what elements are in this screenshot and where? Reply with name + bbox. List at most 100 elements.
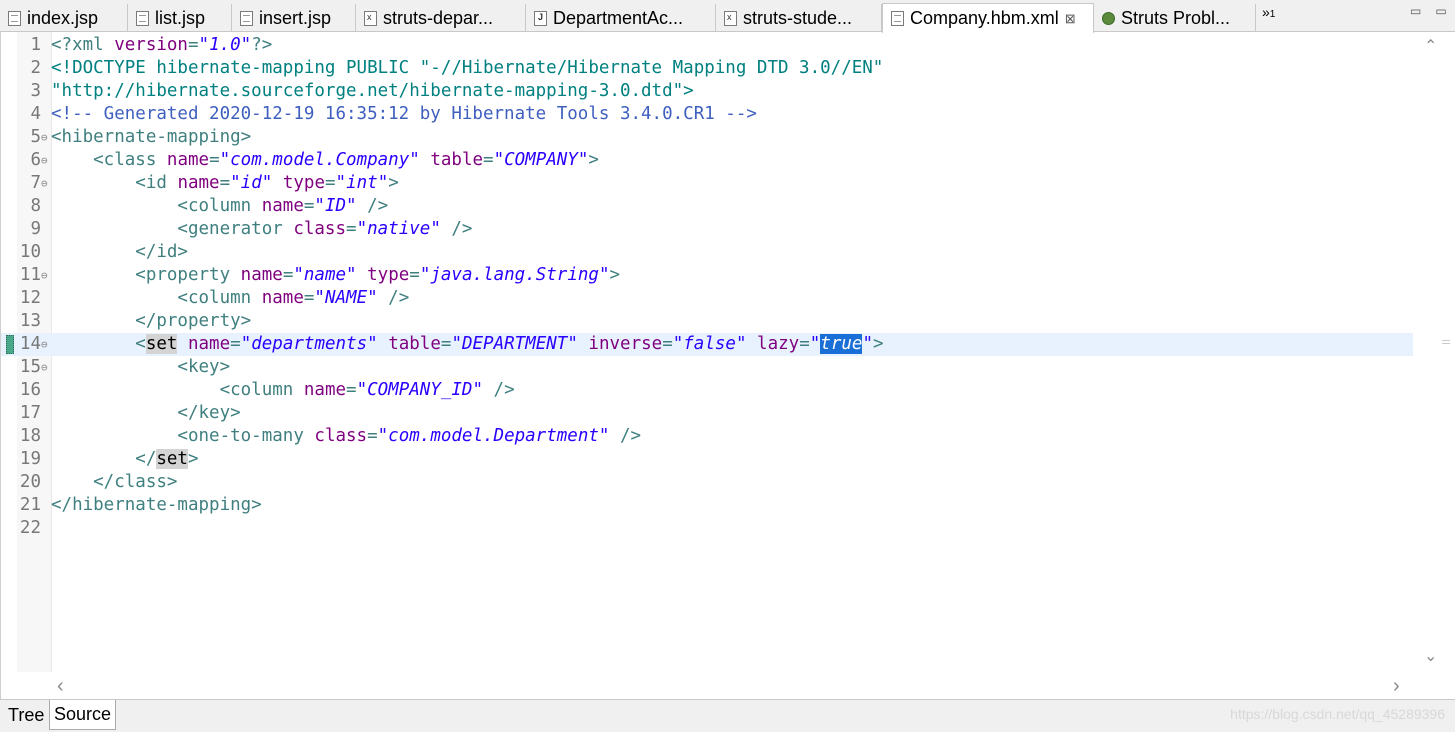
code-line[interactable]: 9 <generator class="native" />: [1, 218, 1413, 241]
hbm-file-icon: [891, 11, 904, 26]
token-tag: =: [440, 334, 452, 354]
code-line[interactable]: 12 <column name="NAME" />: [1, 287, 1413, 310]
code-line[interactable]: 2 <!DOCTYPE hibernate-mapping PUBLIC "-//…: [1, 57, 1413, 80]
tab-struts-department[interactable]: struts-depar...: [356, 4, 526, 32]
fold-toggle-icon[interactable]: ⊖: [41, 172, 48, 195]
token-val: ": [809, 334, 821, 354]
token-val: "COMPANY": [493, 150, 589, 170]
token-tag: =: [367, 426, 378, 446]
scroll-down-icon[interactable]: ⌄: [1424, 646, 1437, 666]
token-attr: table: [430, 150, 484, 170]
token-val: "false": [672, 334, 747, 354]
token-tag: </id>: [51, 242, 188, 262]
horizontal-scrollbar[interactable]: ‹ ›: [51, 675, 1413, 697]
code-line[interactable]: 16 <column name="COMPANY_ID" />: [1, 379, 1413, 402]
tab-label: DepartmentAc...: [553, 7, 684, 28]
code-text: <?xml version="1.0"?>: [51, 34, 272, 57]
tab-label: struts-stude...: [743, 7, 853, 28]
tab-struts-student[interactable]: struts-stude...: [716, 4, 882, 32]
fold-toggle-icon[interactable]: ⊖: [41, 356, 48, 379]
line-number: 19: [19, 449, 41, 469]
code-line[interactable]: 4 <!-- Generated 2020-12-19 16:35:12 by H…: [1, 103, 1413, 126]
token-tag: </property>: [51, 311, 252, 331]
token-tag: <column: [51, 380, 304, 400]
token-match: set: [156, 449, 188, 469]
tab-label: Company.hbm.xml: [910, 8, 1059, 28]
tab-tree[interactable]: Tree: [4, 700, 48, 730]
token-tag: <: [51, 334, 146, 354]
token-tag: [420, 150, 431, 170]
token-tag: =: [303, 288, 315, 308]
close-icon[interactable]: ⊠: [1065, 11, 1076, 27]
code-line[interactable]: 3 "http://hibernate.sourceforge.net/hiber…: [1, 80, 1413, 103]
xml-file-icon: [364, 10, 377, 26]
fold-toggle-icon[interactable]: ⊖: [41, 333, 48, 356]
token-val: "int": [335, 173, 389, 193]
token-attr: table: [388, 334, 441, 354]
maximize-icon[interactable]: ▭: [1435, 4, 1455, 18]
globe-icon: [1102, 11, 1115, 25]
code-line[interactable]: 8 <column name="ID" />: [1, 195, 1413, 218]
code-text: <column name="NAME" />: [51, 287, 409, 310]
code-line[interactable]: 11 ⊖ <property name="name" type="java.lan…: [1, 264, 1413, 287]
fold-toggle-icon[interactable]: ⊖: [41, 126, 48, 149]
token-attr: name: [303, 380, 347, 400]
scroll-left-icon[interactable]: ‹: [57, 675, 64, 698]
token-tag: </: [51, 449, 157, 469]
line-number: 7: [30, 173, 41, 193]
editor-mode-tabs: Tree Source https://blog.csdn.net/qq_452…: [0, 699, 1455, 732]
token-attr: lazy: [757, 334, 800, 354]
code-line[interactable]: 15 ⊖ <key>: [1, 356, 1413, 379]
tab-source[interactable]: Source: [49, 700, 117, 730]
token-tag: [747, 334, 758, 354]
scroll-up-icon[interactable]: ⌃: [1424, 36, 1437, 56]
code-line[interactable]: 13 </property>: [1, 310, 1413, 333]
code-text: </key>: [51, 402, 240, 425]
code-line[interactable]: 19 </set>: [1, 448, 1413, 471]
code-line[interactable]: 22: [1, 517, 1413, 540]
jsp-file-icon: [8, 10, 21, 26]
code-line[interactable]: 14 ⊖ <set name="departments" table="DEPAR…: [1, 333, 1413, 356]
token-tag: />: [377, 288, 410, 308]
code-line[interactable]: 10 </id>: [1, 241, 1413, 264]
line-number: 8: [30, 196, 41, 216]
tab-overflow-button[interactable]: »1: [1262, 4, 1275, 20]
fold-toggle-icon[interactable]: ⊖: [41, 149, 48, 172]
code-text: <set name="departments" table="DEPARTMEN…: [51, 333, 884, 356]
scroll-right-icon[interactable]: ›: [1393, 675, 1400, 698]
token-com: <!-- Generated 2020-12-19 16:35:12 by Hi…: [51, 104, 757, 124]
code-line[interactable]: 20 </class>: [1, 471, 1413, 494]
code-line[interactable]: 18 <one-to-many class="com.model.Departm…: [1, 425, 1413, 448]
source-editor[interactable]: 1 <?xml version="1.0"?> 2 <!DOCTYPE hiberna…: [0, 32, 1455, 699]
line-number: 15: [19, 357, 41, 377]
code-line[interactable]: 17 </key>: [1, 402, 1413, 425]
vertical-scrollbar[interactable]: ⌃ ⌄: [1414, 32, 1455, 672]
tab-struts-problems[interactable]: Struts Probl...: [1094, 4, 1256, 32]
minimize-icon[interactable]: ▭: [1410, 4, 1435, 18]
tab-department-action[interactable]: DepartmentAc...: [526, 4, 716, 32]
line-number: 13: [19, 311, 41, 331]
code-text: <property name="name" type="java.lang.St…: [51, 264, 620, 287]
code-text: <hibernate-mapping>: [51, 126, 251, 149]
code-line[interactable]: 1 <?xml version="1.0"?>: [1, 34, 1413, 57]
code-text: <!DOCTYPE hibernate-mapping PUBLIC "-//H…: [51, 57, 883, 80]
token-tag: =: [346, 380, 357, 400]
token-tag: =: [230, 334, 241, 354]
overflow-chevron-icon: »: [1262, 4, 1270, 20]
code-line[interactable]: 7 ⊖ <id name="id" type="int">: [1, 172, 1413, 195]
token-match: set: [145, 334, 178, 354]
line-number: 9: [30, 219, 41, 239]
code-line[interactable]: 6 ⊖ <class name="com.model.Company" table…: [1, 149, 1413, 172]
token-sel: true: [820, 334, 863, 354]
line-number: 12: [19, 288, 41, 308]
tab-list-jsp[interactable]: list.jsp: [128, 4, 232, 32]
tab-index-jsp[interactable]: index.jsp: [0, 4, 128, 32]
fold-toggle-icon[interactable]: ⊖: [41, 264, 48, 287]
code-line[interactable]: 5 ⊖ <hibernate-mapping>: [1, 126, 1413, 149]
code-line[interactable]: 21 </hibernate-mapping>: [1, 494, 1413, 517]
tab-company-hbm-xml[interactable]: Company.hbm.xml ⊠: [882, 3, 1094, 33]
token-tag: [578, 334, 589, 354]
tab-insert-jsp[interactable]: insert.jsp: [232, 4, 356, 32]
token-tag: =: [209, 150, 220, 170]
token-tag: >: [388, 173, 399, 193]
